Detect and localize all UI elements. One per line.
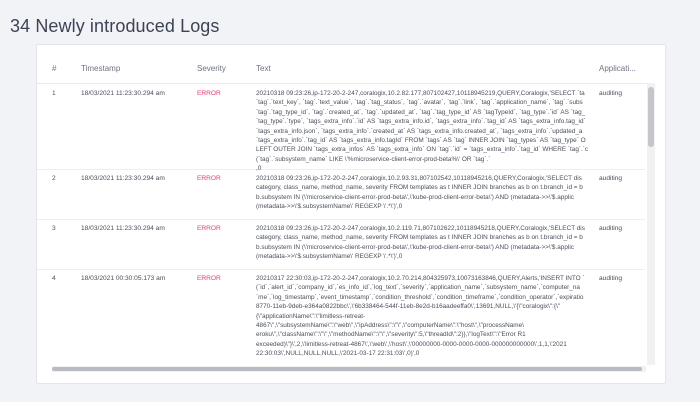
log-text-line: category, class_name, method_name, sever… <box>256 234 583 242</box>
row-number: 4 <box>52 275 56 282</box>
vertical-scrollbar[interactable] <box>647 83 655 365</box>
column-header-number[interactable]: # <box>52 64 56 73</box>
row-application: auditing <box>599 90 623 97</box>
row-number: 3 <box>52 225 56 232</box>
log-text-line: 20210317 22:30:03,ip-172-20-2-247,coralo… <box>256 275 585 282</box>
table-row[interactable]: 1 18/03/2021 11:23:30.294 am ERROR 20210… <box>37 84 645 172</box>
log-text-line: `tag`.`tag_type_id`, `tag`.`created_at`,… <box>256 108 586 116</box>
log-text-line: b.subsystem IN (\'microservice-client-er… <box>256 193 574 201</box>
table-row[interactable]: 4 18/03/2021 00:30:05.173 am ERROR 20210… <box>37 269 645 363</box>
logs-table-card: # Timestamp Severity Text Applicati... 1… <box>36 44 666 384</box>
log-text-line: `me`,`log_timestamp`,`event_timestamp`,`… <box>256 293 584 301</box>
row-severity: ERROR <box>197 275 221 282</box>
log-text-line: {\"applicationName\":\"limitless-retreat… <box>256 312 366 320</box>
row-severity: ERROR <box>197 225 221 232</box>
log-text-line: exceeded)\"}\',2,\'limitless-retreat-486… <box>256 340 567 348</box>
row-application: auditing <box>599 225 623 232</box>
row-timestamp: 18/03/2021 11:23:30.294 am <box>81 175 165 182</box>
log-text-line: LEFT OUTER JOIN `tags_extra_infos` AS `t… <box>256 146 589 154</box>
row-log-text: 20210318 09:23:26,ip-172-20-2-247,coralo… <box>256 174 626 212</box>
row-timestamp: 18/03/2021 11:23:30.294 am <box>81 225 165 232</box>
row-application: auditing <box>599 275 623 282</box>
log-text-line: category, class_name, method_name, sever… <box>256 184 583 192</box>
table-row[interactable]: 3 18/03/2021 11:23:30.294 am ERROR 20210… <box>37 219 645 270</box>
row-number: 2 <box>52 175 56 182</box>
row-log-text: 20210318 09:23:26,ip-172-20-2-247,coralo… <box>256 89 626 174</box>
table-header: # Timestamp Severity Text Applicati... <box>37 45 649 84</box>
log-text-line: eroku\",\"className\":\"\",\"methodName\… <box>256 331 526 339</box>
log-text-line: (metadata->>\'$.subsystemName\' REGEXP \… <box>256 203 403 211</box>
log-text-line: b.subsystem IN (\'microservice-client-er… <box>256 243 574 251</box>
column-header-severity[interactable]: Severity <box>197 64 226 73</box>
row-timestamp: 18/03/2021 00:30:05.173 am <box>81 275 166 282</box>
row-number: 1 <box>52 90 56 97</box>
log-text-line: `tag`.`text_key`, `tag`.`text_value`, `t… <box>256 99 583 107</box>
row-log-text: 20210317 22:30:03,ip-172-20-2-247,coralo… <box>256 274 626 359</box>
log-text-line: (`tag`.`subsystem_name` LIKE \'%microser… <box>256 155 491 163</box>
log-text-line: (metadata->>\'$.subsystemName\' REGEXP \… <box>256 253 403 261</box>
column-header-text[interactable]: Text <box>256 64 271 73</box>
column-header-application[interactable]: Applicati... <box>599 64 636 73</box>
row-severity: ERROR <box>197 90 221 97</box>
horizontal-scrollbar[interactable] <box>52 366 646 372</box>
horizontal-scrollbar-thumb[interactable] <box>52 367 642 371</box>
log-text-line: 8770-11eb-9deb-e364a0822bbc\',\'6b338464… <box>256 303 561 311</box>
row-timestamp: 18/03/2021 11:23:30.294 am <box>81 90 165 97</box>
log-text-line: 20210318 09:23:26,ip-172-20-2-247,coralo… <box>256 225 585 232</box>
row-application: auditing <box>599 175 623 182</box>
log-text-line: 20210318 09:23:26,ip-172-20-2-247,coralo… <box>256 175 582 182</box>
table-row[interactable]: 2 18/03/2021 11:23:30.294 am ERROR 20210… <box>37 169 645 220</box>
log-text-line: `tag_type`.`type`, `tags_extra_info`.`id… <box>256 118 586 126</box>
row-severity: ERROR <box>197 175 221 182</box>
log-text-line: 4867\",\"subsystemName\":\"web\",\"ipAdd… <box>256 322 524 330</box>
log-text-line: `tags_extra_info`.`tag_id` AS `tags_extr… <box>256 137 586 145</box>
vertical-scrollbar-thumb[interactable] <box>648 87 654 147</box>
column-header-timestamp[interactable]: Timestamp <box>81 64 120 73</box>
log-text-line: (`id`,`alert_id`,`company_id`,`es_info_i… <box>256 284 580 292</box>
row-log-text: 20210318 09:23:26,ip-172-20-2-247,coralo… <box>256 224 626 262</box>
page-title: 34 Newly introduced Logs <box>10 16 220 36</box>
log-text-line: 20210318 09:23:26,ip-172-20-2-247,coralo… <box>256 90 585 97</box>
table-body: 1 18/03/2021 11:23:30.294 am ERROR 20210… <box>37 84 645 363</box>
log-text-line: 22:30:03\',NULL,NULL,NULL,\'2021-03-17 2… <box>256 350 420 358</box>
log-text-line: `tags_extra_info.json`, `tags_extra_info… <box>256 127 583 135</box>
